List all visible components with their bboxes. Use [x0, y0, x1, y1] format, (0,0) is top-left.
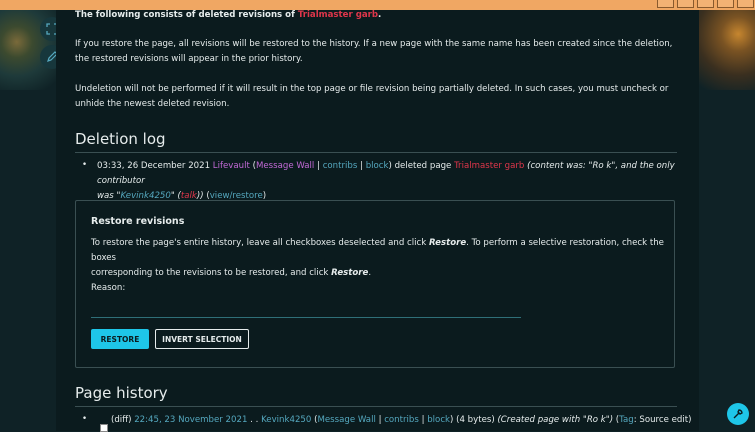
toolbar-button[interactable]: [657, 0, 674, 8]
intro-title: The following consists of deleted revisi…: [75, 8, 685, 23]
history-message-wall-link[interactable]: Message Wall: [317, 415, 375, 425]
revision-size: ) (4 bytes): [450, 415, 498, 425]
intro-title-text: The following consists of deleted revisi…: [75, 10, 298, 20]
history-user-link[interactable]: Kevink4250: [261, 415, 311, 425]
history-separator: |: [418, 415, 428, 425]
tag-link[interactable]: Tag: [619, 415, 634, 425]
invert-selection-button[interactable]: INVERT SELECTION: [155, 329, 249, 349]
toolbar-button[interactable]: [697, 0, 714, 8]
reason-input[interactable]: [91, 317, 521, 318]
restore-button[interactable]: RESTORE: [91, 329, 149, 349]
history-separator: . .: [247, 415, 262, 425]
toolbar-button[interactable]: [717, 0, 734, 8]
revision-timestamp-link[interactable]: 22:45, 23 November 2021: [134, 415, 247, 425]
background-art-right: [699, 10, 755, 90]
bullet: •: [82, 414, 88, 424]
toolbar-button[interactable]: [677, 0, 694, 8]
history-separator: |: [375, 415, 385, 425]
deleted-page-link[interactable]: Trialmaster garb: [298, 10, 378, 20]
log-block-link[interactable]: block: [366, 161, 389, 171]
main-content: The following consists of deleted revisi…: [56, 8, 699, 432]
tag-value: : Source edit): [633, 415, 692, 425]
page-history-heading: Page history: [75, 384, 677, 407]
deletion-log-heading: Deletion log: [75, 130, 677, 153]
bullet: •: [82, 160, 88, 170]
log-action-text: ) deleted page: [388, 161, 455, 171]
intro-title-suffix: .: [378, 10, 382, 20]
log-timestamp: 03:33, 26 December 2021: [97, 161, 211, 171]
restore-instructions-text: .: [368, 268, 372, 278]
toolbar-button[interactable]: [737, 0, 754, 8]
tools-wrench-icon[interactable]: [727, 403, 749, 425]
history-block-link[interactable]: block: [427, 415, 450, 425]
diff-label: (diff): [111, 415, 135, 425]
restore-instructions: To restore the page's entire history, le…: [91, 236, 666, 281]
log-separator: |: [314, 161, 323, 171]
restore-instructions-text: corresponding to the revisions to be res…: [91, 268, 332, 278]
undelete-note: Undeletion will not be performed if it w…: [75, 84, 669, 109]
log-page-link[interactable]: Trialmaster garb: [454, 161, 524, 171]
restore-revisions-heading: Restore revisions: [91, 216, 185, 227]
revision-comment: (Created page with "Ro k"): [497, 415, 614, 425]
page-history-entry: (diff) 22:45, 23 November 2021 . . Kevin…: [111, 413, 691, 428]
log-contribs-link[interactable]: contribs: [323, 161, 358, 171]
restore-keyword: Restore: [331, 268, 369, 278]
restore-revisions-box: Restore revisions To restore the page's …: [75, 200, 675, 368]
log-user-link[interactable]: Lifevault: [213, 161, 250, 171]
history-contribs-link[interactable]: contribs: [384, 415, 419, 425]
log-separator: |: [357, 161, 366, 171]
restore-keyword: Restore: [428, 238, 467, 248]
log-message-wall-link[interactable]: Message Wall: [256, 161, 314, 171]
reason-label: Reason:: [91, 283, 126, 293]
restore-instructions-text: To restore the page's entire history, le…: [91, 238, 429, 248]
restore-note: If you restore the page, all revisions w…: [75, 39, 673, 64]
deletion-log-entry: 03:33, 26 December 2021 Lifevault (Messa…: [97, 159, 677, 204]
